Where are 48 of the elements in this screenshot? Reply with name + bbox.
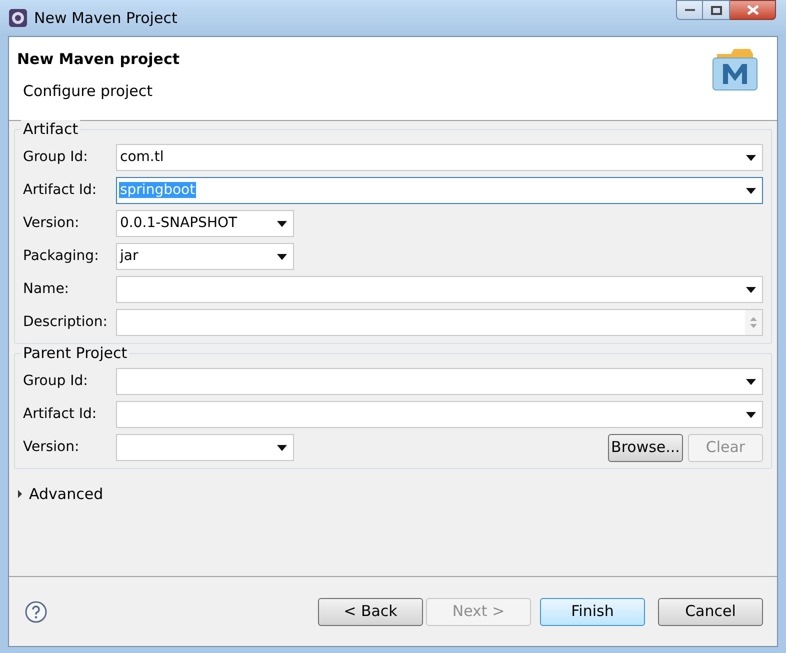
window-title: New Maven Project <box>34 8 178 29</box>
help-icon[interactable] <box>25 600 47 622</box>
combo-field[interactable]: jar <box>116 243 294 270</box>
field-value: 0.0.1-SNAPSHOT <box>119 215 238 231</box>
close-icon <box>746 5 758 15</box>
dropdown-arrow-icon <box>277 444 287 450</box>
field-label: Description: <box>23 313 108 332</box>
dialog-button[interactable]: < Back <box>318 598 423 626</box>
field-label: Group Id: <box>23 148 89 167</box>
page-subtitle: Configure project <box>22 80 154 102</box>
maximize-icon <box>710 6 722 14</box>
field-value: jar <box>119 248 140 264</box>
dialog-button[interactable]: Browse... <box>608 434 683 462</box>
field-label: Group Id: <box>23 372 89 391</box>
maximize-button[interactable] <box>703 0 730 20</box>
combo-field[interactable] <box>116 401 763 428</box>
combo-field[interactable] <box>116 434 294 461</box>
dropdown-arrow-icon <box>746 154 756 160</box>
app-icon <box>8 8 28 28</box>
dropdown-arrow-icon <box>746 286 756 292</box>
combo-field[interactable]: 0.0.1-SNAPSHOT <box>116 210 294 237</box>
dropdown-arrow-icon <box>277 220 287 226</box>
dialog-button[interactable]: Cancel <box>658 598 763 626</box>
expand-arrow-icon <box>17 490 23 498</box>
dropdown-arrow-icon <box>746 188 756 194</box>
minimize-icon <box>684 8 694 12</box>
text-area[interactable] <box>116 309 763 336</box>
dropdown-arrow-icon <box>746 412 756 418</box>
dropdown-arrow-icon <box>277 254 287 260</box>
minimize-button[interactable] <box>676 0 703 20</box>
combo-field[interactable] <box>116 368 763 395</box>
combo-field[interactable]: com.tl <box>116 144 763 171</box>
field-label: Artifact Id: <box>23 405 98 424</box>
field-label: Packaging: <box>23 247 100 266</box>
scroll-arrows-icon <box>745 310 762 335</box>
dialog-button[interactable]: Finish <box>540 598 645 626</box>
field-label: Name: <box>23 280 70 299</box>
page-title: New Maven project <box>17 49 180 70</box>
field-label: Version: <box>23 214 80 233</box>
close-button[interactable] <box>730 0 776 20</box>
advanced-toggle[interactable]: Advanced <box>17 483 104 506</box>
field-value: com.tl <box>119 149 165 165</box>
field-label: Version: <box>23 438 80 457</box>
combo-field[interactable] <box>116 276 763 303</box>
group-title: Parent Project <box>21 344 130 362</box>
field-label: Artifact Id: <box>23 181 98 200</box>
dropdown-arrow-icon <box>746 378 756 384</box>
field-value: springboot <box>119 182 196 198</box>
